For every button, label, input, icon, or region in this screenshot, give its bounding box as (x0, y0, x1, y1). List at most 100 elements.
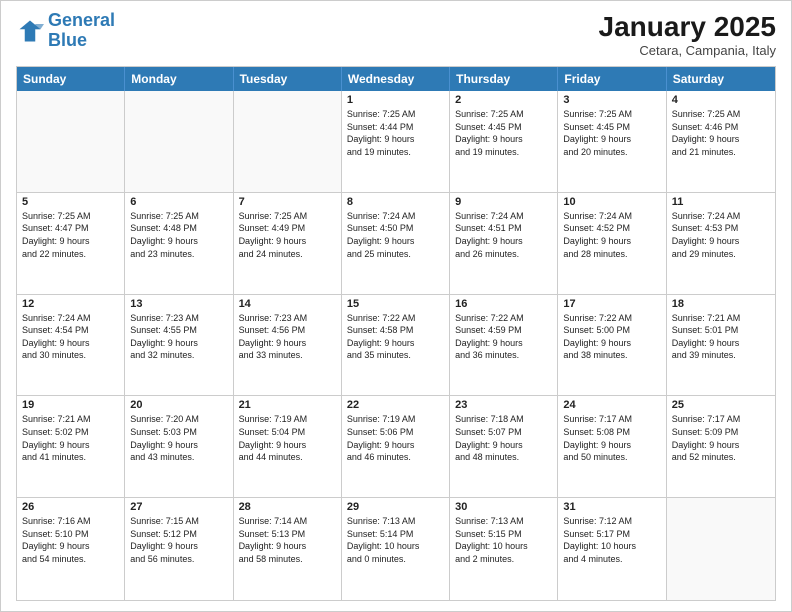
day-cell-16: 16 Sunrise: 7:22 AM Sunset: 4:59 PM Dayli… (450, 295, 558, 396)
day-info: Sunrise: 7:25 AM Sunset: 4:45 PM Dayligh… (563, 108, 660, 158)
day-cell-empty-w0c1 (125, 91, 233, 192)
day-number: 17 (563, 298, 660, 310)
day-header-saturday: Saturday (667, 67, 775, 91)
day-number: 28 (239, 501, 336, 513)
day-cell-24: 24 Sunrise: 7:17 AM Sunset: 5:08 PM Dayli… (558, 396, 666, 497)
week-row-3: 12 Sunrise: 7:24 AM Sunset: 4:54 PM Dayli… (17, 295, 775, 397)
day-info: Sunrise: 7:25 AM Sunset: 4:44 PM Dayligh… (347, 108, 444, 158)
day-info: Sunrise: 7:16 AM Sunset: 5:10 PM Dayligh… (22, 515, 119, 565)
day-info: Sunrise: 7:24 AM Sunset: 4:51 PM Dayligh… (455, 210, 552, 260)
header: General Blue January 2025 Cetara, Campan… (16, 11, 776, 58)
day-cell-18: 18 Sunrise: 7:21 AM Sunset: 5:01 PM Dayli… (667, 295, 775, 396)
day-cell-22: 22 Sunrise: 7:19 AM Sunset: 5:06 PM Dayli… (342, 396, 450, 497)
day-cell-empty-w0c2 (234, 91, 342, 192)
day-number: 5 (22, 196, 119, 208)
day-cell-12: 12 Sunrise: 7:24 AM Sunset: 4:54 PM Dayli… (17, 295, 125, 396)
day-cell-19: 19 Sunrise: 7:21 AM Sunset: 5:02 PM Dayli… (17, 396, 125, 497)
day-cell-1: 1 Sunrise: 7:25 AM Sunset: 4:44 PM Daylig… (342, 91, 450, 192)
day-info: Sunrise: 7:18 AM Sunset: 5:07 PM Dayligh… (455, 413, 552, 463)
day-number: 10 (563, 196, 660, 208)
day-info: Sunrise: 7:19 AM Sunset: 5:04 PM Dayligh… (239, 413, 336, 463)
day-header-thursday: Thursday (450, 67, 558, 91)
day-number: 6 (130, 196, 227, 208)
day-number: 7 (239, 196, 336, 208)
week-row-4: 19 Sunrise: 7:21 AM Sunset: 5:02 PM Dayli… (17, 396, 775, 498)
day-number: 12 (22, 298, 119, 310)
day-cell-empty-w4c6 (667, 498, 775, 600)
day-header-friday: Friday (558, 67, 666, 91)
day-info: Sunrise: 7:25 AM Sunset: 4:46 PM Dayligh… (672, 108, 770, 158)
day-cell-11: 11 Sunrise: 7:24 AM Sunset: 4:53 PM Dayli… (667, 193, 775, 294)
day-cell-20: 20 Sunrise: 7:20 AM Sunset: 5:03 PM Dayli… (125, 396, 233, 497)
day-cell-31: 31Sunrise: 7:12 AM Sunset: 5:17 PM Dayli… (558, 498, 666, 600)
day-number: 23 (455, 399, 552, 411)
day-number: 31 (563, 501, 660, 513)
day-info: Sunrise: 7:25 AM Sunset: 4:45 PM Dayligh… (455, 108, 552, 158)
day-number: 14 (239, 298, 336, 310)
day-number: 25 (672, 399, 770, 411)
day-number: 16 (455, 298, 552, 310)
day-info: Sunrise: 7:19 AM Sunset: 5:06 PM Dayligh… (347, 413, 444, 463)
day-info: Sunrise: 7:22 AM Sunset: 4:58 PM Dayligh… (347, 312, 444, 362)
day-number: 30 (455, 501, 552, 513)
day-cell-13: 13 Sunrise: 7:23 AM Sunset: 4:55 PM Dayli… (125, 295, 233, 396)
day-info: Sunrise: 7:25 AM Sunset: 4:47 PM Dayligh… (22, 210, 119, 260)
day-number: 22 (347, 399, 444, 411)
day-number: 15 (347, 298, 444, 310)
day-number: 29 (347, 501, 444, 513)
day-cell-5: 5 Sunrise: 7:25 AM Sunset: 4:47 PM Daylig… (17, 193, 125, 294)
day-header-wednesday: Wednesday (342, 67, 450, 91)
day-header-tuesday: Tuesday (234, 67, 342, 91)
day-info: Sunrise: 7:22 AM Sunset: 5:00 PM Dayligh… (563, 312, 660, 362)
day-cell-8: 8 Sunrise: 7:24 AM Sunset: 4:50 PM Daylig… (342, 193, 450, 294)
day-info: Sunrise: 7:25 AM Sunset: 4:48 PM Dayligh… (130, 210, 227, 260)
day-cell-15: 15 Sunrise: 7:22 AM Sunset: 4:58 PM Dayli… (342, 295, 450, 396)
day-info: Sunrise: 7:21 AM Sunset: 5:02 PM Dayligh… (22, 413, 119, 463)
day-info: Sunrise: 7:17 AM Sunset: 5:08 PM Dayligh… (563, 413, 660, 463)
logo-text: General Blue (48, 11, 115, 51)
day-cell-empty-w0c0 (17, 91, 125, 192)
day-info: Sunrise: 7:20 AM Sunset: 5:03 PM Dayligh… (130, 413, 227, 463)
day-number: 19 (22, 399, 119, 411)
day-cell-4: 4 Sunrise: 7:25 AM Sunset: 4:46 PM Daylig… (667, 91, 775, 192)
week-row-2: 5 Sunrise: 7:25 AM Sunset: 4:47 PM Daylig… (17, 193, 775, 295)
week-row-1: 1 Sunrise: 7:25 AM Sunset: 4:44 PM Daylig… (17, 91, 775, 193)
day-cell-25: 25Sunrise: 7:17 AM Sunset: 5:09 PM Dayli… (667, 396, 775, 497)
day-cell-17: 17 Sunrise: 7:22 AM Sunset: 5:00 PM Dayli… (558, 295, 666, 396)
day-info: Sunrise: 7:15 AM Sunset: 5:12 PM Dayligh… (130, 515, 227, 565)
logo: General Blue (16, 11, 115, 51)
day-info: Sunrise: 7:24 AM Sunset: 4:54 PM Dayligh… (22, 312, 119, 362)
day-number: 13 (130, 298, 227, 310)
day-info: Sunrise: 7:24 AM Sunset: 4:52 PM Dayligh… (563, 210, 660, 260)
day-info: Sunrise: 7:13 AM Sunset: 5:15 PM Dayligh… (455, 515, 552, 565)
day-number: 21 (239, 399, 336, 411)
day-info: Sunrise: 7:24 AM Sunset: 4:53 PM Dayligh… (672, 210, 770, 260)
day-info: Sunrise: 7:23 AM Sunset: 4:55 PM Dayligh… (130, 312, 227, 362)
day-info: Sunrise: 7:21 AM Sunset: 5:01 PM Dayligh… (672, 312, 770, 362)
day-cell-23: 23 Sunrise: 7:18 AM Sunset: 5:07 PM Dayli… (450, 396, 558, 497)
day-number: 26 (22, 501, 119, 513)
day-number: 2 (455, 94, 552, 106)
day-cell-3: 3Sunrise: 7:25 AM Sunset: 4:45 PM Daylig… (558, 91, 666, 192)
day-cell-29: 29 Sunrise: 7:13 AM Sunset: 5:14 PM Dayli… (342, 498, 450, 600)
day-info: Sunrise: 7:24 AM Sunset: 4:50 PM Dayligh… (347, 210, 444, 260)
day-number: 8 (347, 196, 444, 208)
day-cell-6: 6 Sunrise: 7:25 AM Sunset: 4:48 PM Daylig… (125, 193, 233, 294)
month-title: January 2025 (599, 11, 776, 43)
day-cell-27: 27 Sunrise: 7:15 AM Sunset: 5:12 PM Dayli… (125, 498, 233, 600)
day-number: 27 (130, 501, 227, 513)
day-number: 11 (672, 196, 770, 208)
day-number: 24 (563, 399, 660, 411)
page: General Blue January 2025 Cetara, Campan… (0, 0, 792, 612)
day-cell-14: 14Sunrise: 7:23 AM Sunset: 4:56 PM Dayli… (234, 295, 342, 396)
subtitle: Cetara, Campania, Italy (599, 43, 776, 58)
calendar-body: 1 Sunrise: 7:25 AM Sunset: 4:44 PM Daylig… (17, 91, 775, 600)
day-cell-28: 28Sunrise: 7:14 AM Sunset: 5:13 PM Dayli… (234, 498, 342, 600)
day-number: 1 (347, 94, 444, 106)
day-info: Sunrise: 7:13 AM Sunset: 5:14 PM Dayligh… (347, 515, 444, 565)
day-info: Sunrise: 7:22 AM Sunset: 4:59 PM Dayligh… (455, 312, 552, 362)
day-number: 4 (672, 94, 770, 106)
day-number: 20 (130, 399, 227, 411)
day-header-monday: Monday (125, 67, 233, 91)
day-number: 18 (672, 298, 770, 310)
